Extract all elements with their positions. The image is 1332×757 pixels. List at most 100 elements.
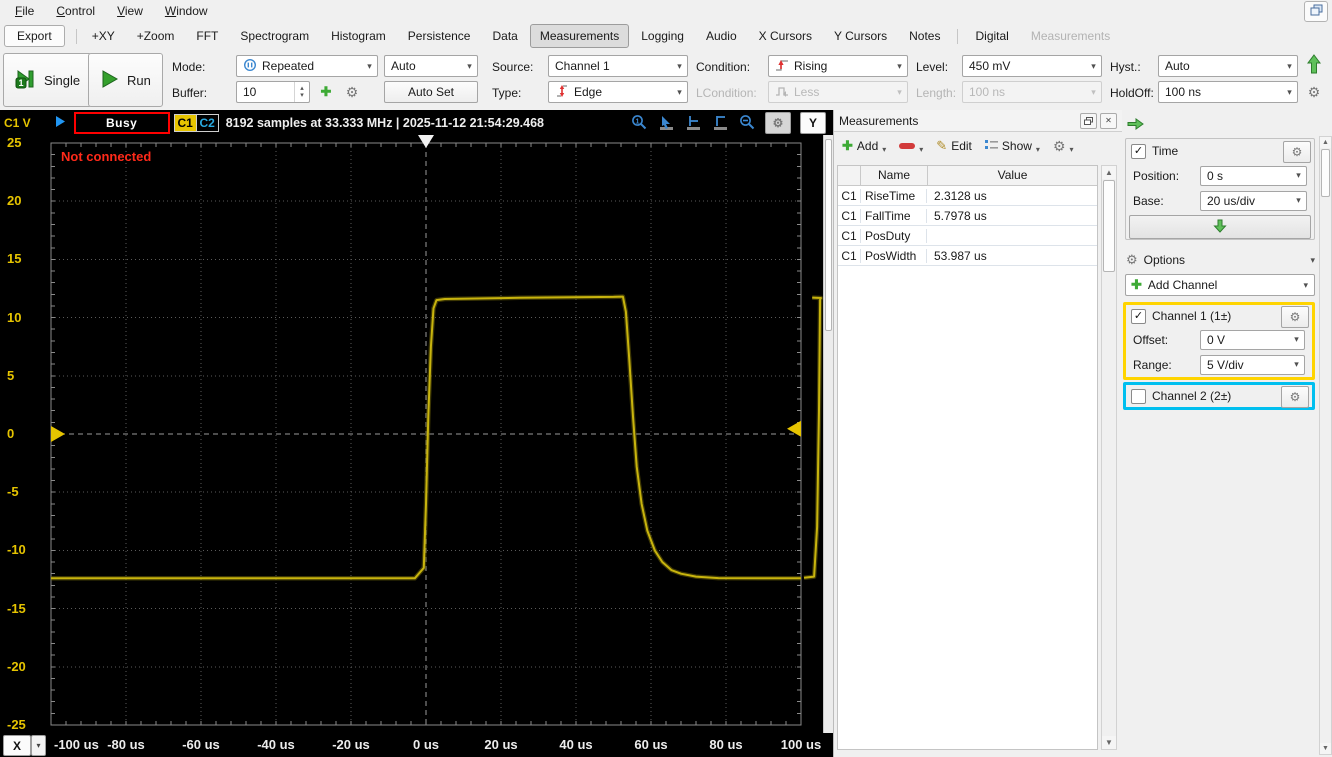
- collapse-panel-button[interactable]: [1127, 118, 1145, 133]
- base-select[interactable]: 20 us/div ▾: [1200, 190, 1307, 211]
- measurements-table-header: Name Value: [838, 166, 1097, 186]
- tab-data[interactable]: Data: [482, 24, 527, 48]
- time-settings-button[interactable]: ⚙: [1283, 141, 1311, 163]
- source-select[interactable]: Channel 1 ▾: [548, 55, 688, 77]
- range-select[interactable]: 5 V/div ▾: [1200, 354, 1305, 375]
- add-measurement-button[interactable]: ✚ Add ▾: [842, 138, 886, 154]
- hyst-label: Hyst.:: [1110, 59, 1141, 74]
- offset-select[interactable]: 0 V ▾: [1200, 329, 1305, 350]
- condition-select[interactable]: Rising ▾: [768, 55, 908, 77]
- scroll-down-icon[interactable]: ▼: [1102, 736, 1116, 749]
- tab--zoom[interactable]: +Zoom: [127, 24, 185, 48]
- window-restore-button[interactable]: [1304, 1, 1328, 22]
- time-group-label: Time: [1152, 144, 1179, 158]
- position-select[interactable]: 0 s ▾: [1200, 165, 1307, 186]
- type-select[interactable]: Edge ▾: [548, 81, 688, 103]
- channel2-checkbox[interactable]: [1131, 388, 1146, 404]
- buffer-spinner[interactable]: 10 ▴ ▾: [236, 81, 310, 103]
- vertical-cursor-icon[interactable]: [711, 114, 729, 132]
- measurement-row[interactable]: C1 PosWidth 53.987 us: [838, 246, 1097, 266]
- options-row[interactable]: ⚙ Options ▾: [1126, 250, 1315, 270]
- channel-axis-label[interactable]: C1 V: [4, 116, 31, 130]
- tab-logging[interactable]: Logging: [631, 24, 694, 48]
- chevron-down-icon: ▾: [1091, 60, 1096, 71]
- tab-histogram[interactable]: Histogram: [321, 24, 396, 48]
- channel1-checkbox[interactable]: ✓: [1131, 308, 1146, 324]
- scrollbar-thumb[interactable]: [1321, 149, 1330, 197]
- measurement-row[interactable]: C1 FallTime 5.7978 us: [838, 206, 1097, 226]
- tab-digital[interactable]: Digital: [965, 24, 1018, 48]
- zoom-out-icon[interactable]: [738, 114, 756, 132]
- buffer-settings-button[interactable]: ⚙: [340, 81, 364, 103]
- measurements-scrollbar[interactable]: ▲ ▼: [1101, 165, 1117, 750]
- tab-x-cursors[interactable]: X Cursors: [749, 24, 822, 48]
- channel1-badge[interactable]: C1: [174, 114, 196, 131]
- zoom-fit-icon[interactable]: 1: [630, 114, 648, 132]
- hyst-select[interactable]: Auto ▾: [1158, 55, 1298, 77]
- x-axis-button[interactable]: X: [3, 735, 31, 756]
- menu-control[interactable]: Control: [47, 1, 104, 21]
- arrow-right-icon: [1127, 118, 1145, 133]
- close-panel-button[interactable]: ✕: [1100, 112, 1117, 129]
- tab-measurements[interactable]: Measurements: [529, 24, 630, 48]
- tab-notes[interactable]: Notes: [899, 24, 950, 48]
- buffer-add-button[interactable]: ✚: [314, 81, 338, 103]
- x-axis-dropdown-button[interactable]: ▾: [31, 735, 46, 756]
- channel2-badge[interactable]: C2: [195, 114, 218, 131]
- gear-icon: ⚙: [1052, 137, 1066, 154]
- measurement-name: RiseTime: [861, 188, 927, 203]
- gear-icon: ⚙: [772, 115, 784, 130]
- tab--xy[interactable]: +XY: [82, 24, 125, 48]
- show-measurement-button[interactable]: Show ▾: [984, 138, 1040, 154]
- menu-view[interactable]: View: [108, 1, 152, 21]
- run-button[interactable]: Run: [88, 53, 163, 107]
- expand-down-button[interactable]: [1129, 215, 1311, 239]
- mode-auto-value: Auto: [391, 59, 416, 73]
- mode-auto-select[interactable]: Auto ▾: [384, 55, 478, 77]
- holdoff-select[interactable]: 100 ns ▾: [1158, 81, 1298, 103]
- holdoff-value: 100 ns: [1165, 85, 1202, 99]
- trigger-up-button[interactable]: [1306, 54, 1322, 77]
- remove-measurement-button[interactable]: ▾: [899, 138, 923, 154]
- time-checkbox[interactable]: ✓: [1131, 143, 1146, 159]
- scrollbar-thumb[interactable]: [1103, 180, 1115, 272]
- add-channel-button[interactable]: ✚ Add Channel ▾: [1125, 274, 1315, 296]
- tab-audio[interactable]: Audio: [696, 24, 747, 48]
- tab-y-cursors[interactable]: Y Cursors: [824, 24, 897, 48]
- spinner-arrows-icon[interactable]: ▴ ▾: [294, 82, 309, 102]
- mode-select[interactable]: Repeated ▾: [236, 55, 378, 77]
- single-button[interactable]: 1 Single: [3, 53, 93, 107]
- auto-set-button[interactable]: Auto Set: [384, 81, 478, 103]
- edit-measurement-button[interactable]: ✎ Edit: [936, 138, 972, 154]
- tab-persistence[interactable]: Persistence: [398, 24, 481, 48]
- menu-window[interactable]: Window: [156, 1, 217, 21]
- plot-settings-button[interactable]: ⚙: [765, 111, 791, 134]
- float-panel-button[interactable]: [1080, 112, 1097, 129]
- measurement-row[interactable]: C1 PosDuty: [838, 226, 1097, 246]
- horizontal-cursor-icon[interactable]: [684, 114, 702, 132]
- scroll-down-icon[interactable]: ▼: [1320, 743, 1331, 754]
- name-column-header[interactable]: Name: [861, 166, 928, 185]
- edge-type-icon: [555, 84, 569, 101]
- value-column-header[interactable]: Value: [928, 166, 1097, 185]
- scrollbar-thumb[interactable]: [825, 139, 832, 331]
- y-axis-button[interactable]: Y: [800, 111, 826, 134]
- panel-scrollbar[interactable]: ▲ ▼: [1319, 136, 1332, 755]
- scroll-up-icon[interactable]: ▲: [1102, 166, 1116, 179]
- scroll-up-icon[interactable]: ▲: [1320, 137, 1331, 148]
- channel2-settings-button[interactable]: ⚙: [1281, 386, 1309, 408]
- measurements-settings-button[interactable]: ⚙ ▾: [1053, 138, 1074, 155]
- waveform-plot[interactable]: Not connected: [49, 135, 823, 733]
- export-button[interactable]: Export: [4, 25, 65, 47]
- trigger-settings-button[interactable]: ⚙: [1302, 81, 1326, 103]
- tab-fft[interactable]: FFT: [186, 24, 228, 48]
- pointer-mode-icon[interactable]: [657, 114, 675, 132]
- measurement-row[interactable]: C1 RiseTime 2.3128 us: [838, 186, 1097, 206]
- tab-spectrogram[interactable]: Spectrogram: [230, 24, 319, 48]
- menu-file[interactable]: File: [6, 1, 43, 21]
- source-label: Source:: [492, 59, 534, 74]
- level-select[interactable]: 450 mV ▾: [962, 55, 1102, 77]
- channel1-settings-button[interactable]: ⚙: [1281, 306, 1309, 328]
- plot-vertical-scrollbar[interactable]: [823, 135, 833, 733]
- x-axis-tick: -20 us: [332, 737, 370, 752]
